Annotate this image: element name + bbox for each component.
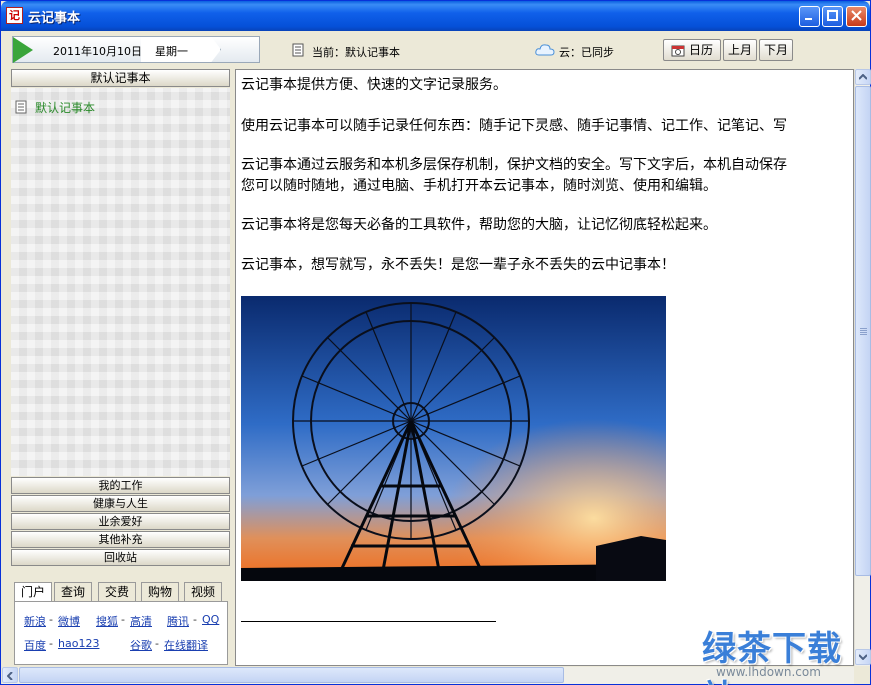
- notebook-icon: [15, 100, 27, 114]
- current-date: 2011年10月10日: [53, 45, 142, 58]
- link-weibo[interactable]: 微博: [58, 613, 80, 629]
- category-other[interactable]: 其他补充: [11, 531, 230, 548]
- maximize-button[interactable]: [822, 6, 843, 27]
- current-weekday: 星期一: [155, 45, 188, 58]
- notebook-icon: [292, 43, 304, 57]
- ferris-wheel-image: [241, 296, 666, 581]
- scroll-left-button[interactable]: [2, 667, 18, 683]
- close-button[interactable]: [846, 6, 867, 27]
- tab-payment[interactable]: 交费: [98, 582, 136, 602]
- prev-month-button[interactable]: 上月: [723, 39, 757, 61]
- calendar-label: 日历: [689, 43, 714, 57]
- tab-portal[interactable]: 门户: [14, 582, 52, 603]
- note-paragraph: 使用云记事本可以随手记录任何东西：随手记下灵感、随手记事情、记工作、记笔记、写: [241, 118, 787, 134]
- tab-video[interactable]: 视频: [184, 582, 222, 602]
- note-editor[interactable]: 云记事本提供方便、快速的文字记录服务。 使用云记事本可以随手记录任何东西：随手记…: [235, 69, 854, 666]
- tab-shopping[interactable]: 购物: [141, 582, 179, 602]
- sidebar: 默认记事本 默认记事本 我的工作 健康与人生 业余爱好 其他补充 回收站 门户 …: [11, 69, 230, 667]
- horizontal-rule: [241, 621, 496, 622]
- site-watermark: 绿茶下载站 www.lhdown.com: [696, 621, 866, 685]
- cloud-icon: [535, 44, 555, 56]
- calendar-button[interactable]: 日历: [663, 39, 721, 61]
- links-body: 新浪 - 微博 搜狐 - 高清 腾讯 - QQ 百度 - hao123 谷歌 -…: [14, 601, 228, 665]
- link-baidu[interactable]: 百度: [24, 637, 46, 653]
- window-title: 云记事本: [28, 11, 81, 26]
- app-window: 记 云记事本 2011年10月10日 星期一 当前：默认记事本 云：已同步 日历…: [0, 0, 871, 685]
- notebook-list: 默认记事本: [11, 88, 230, 476]
- category-health[interactable]: 健康与人生: [11, 495, 230, 512]
- scroll-up-button[interactable]: [855, 69, 871, 85]
- category-work[interactable]: 我的工作: [11, 477, 230, 494]
- category-recycle-bin[interactable]: 回收站: [11, 549, 230, 566]
- calendar-icon: [671, 45, 685, 57]
- note-paragraph: 云记事本提供方便、快速的文字记录服务。: [241, 77, 507, 93]
- note-paragraph: 您可以随时随地，通过电脑、手机打开本云记事本，随时浏览、使用和编辑。: [241, 178, 717, 194]
- link-hao123[interactable]: hao123: [58, 637, 99, 650]
- notebook-header[interactable]: 默认记事本: [11, 69, 230, 87]
- links-panel: 门户 查询 交费 购物 视频 新浪 - 微博 搜狐 - 高清 腾讯 - QQ 百…: [11, 580, 230, 668]
- minimize-icon: [805, 18, 812, 20]
- note-paragraph: 云记事本通过云服务和本机多层保存机制，保护文档的安全。写下文字后，本机自动保存: [241, 157, 787, 173]
- tab-search[interactable]: 查询: [54, 582, 92, 602]
- close-icon: [851, 10, 862, 21]
- horizontal-scroll-thumb[interactable]: [19, 667, 564, 683]
- category-hobby[interactable]: 业余爱好: [11, 513, 230, 530]
- chevron-left-icon: [7, 672, 13, 680]
- link-hd[interactable]: 高清: [130, 613, 152, 629]
- vertical-scrollbar[interactable]: [854, 69, 871, 666]
- minimize-button[interactable]: [799, 6, 820, 27]
- vertical-scroll-thumb[interactable]: [855, 86, 871, 576]
- toolbar: 2011年10月10日 星期一 当前：默认记事本 云：已同步 日历 上月 下月: [2, 31, 870, 69]
- chevron-up-icon: [859, 74, 867, 80]
- watermark-url: www.lhdown.com: [716, 665, 821, 679]
- next-month-button[interactable]: 下月: [759, 39, 793, 61]
- title-bar[interactable]: 记 云记事本: [1, 1, 870, 31]
- app-logo-icon: 记: [6, 7, 23, 24]
- date-display[interactable]: 2011年10月10日 星期一: [12, 36, 260, 63]
- maximize-icon: [827, 10, 838, 21]
- note-paragraph: 云记事本将是您每天必备的工具软件，帮助您的大脑，让记忆彻底轻松起来。: [241, 217, 717, 233]
- link-translate[interactable]: 在线翻译: [164, 637, 208, 653]
- link-sohu[interactable]: 搜狐: [96, 613, 118, 629]
- link-google[interactable]: 谷歌: [130, 637, 152, 653]
- notebook-item-label: 默认记事本: [35, 101, 96, 115]
- date-arrow-icon: [13, 37, 33, 63]
- current-notebook-label: 当前：默认记事本: [312, 46, 400, 59]
- link-sina[interactable]: 新浪: [24, 613, 46, 629]
- link-qq[interactable]: QQ: [202, 613, 219, 626]
- note-paragraph: 云记事本，想写就写，永不丢失！是您一辈子永不丢失的云中记事本！: [241, 257, 675, 273]
- link-tencent[interactable]: 腾讯: [167, 613, 189, 629]
- cloud-status: 云：已同步: [559, 46, 614, 59]
